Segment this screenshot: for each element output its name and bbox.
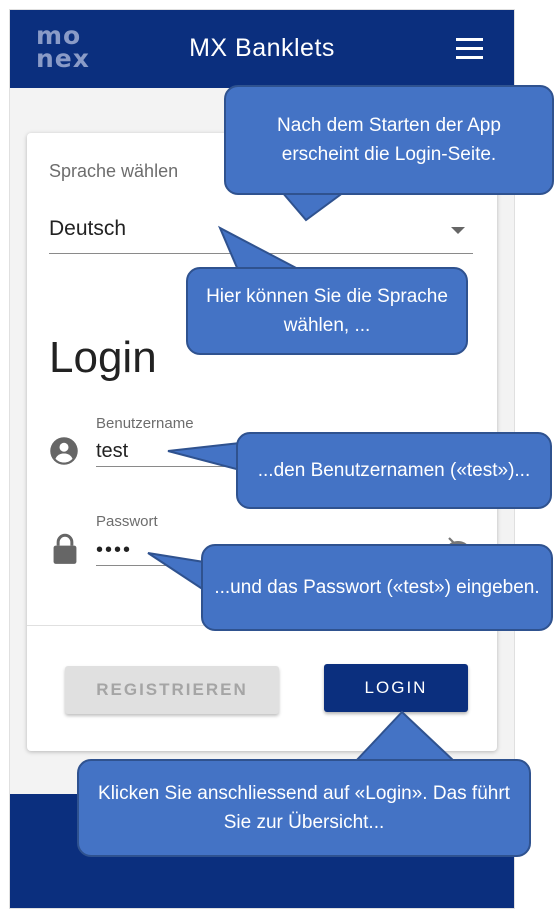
username-label: Benutzername: [96, 415, 194, 432]
callout-language: Hier können Sie die Sprache wählen, ...: [186, 267, 468, 355]
register-button[interactable]: REGISTRIEREN: [65, 666, 279, 714]
language-select[interactable]: Deutsch: [49, 203, 473, 254]
app-title: MX Banklets: [189, 34, 335, 62]
menu-icon[interactable]: [456, 38, 490, 62]
language-value: Deutsch: [49, 217, 127, 240]
callout-login-page: Nach dem Starten der App erscheint die L…: [224, 85, 554, 195]
app-bar: mo nex MX Banklets: [10, 10, 514, 88]
lock-icon: [53, 533, 77, 564]
callout-login-button: Klicken Sie anschliessend auf «Login». D…: [77, 759, 531, 857]
username-input[interactable]: test: [96, 436, 256, 467]
account-circle-icon: [50, 437, 78, 465]
callout-password: ...und das Passwort («test») eingeben.: [201, 544, 553, 631]
login-button[interactable]: LOGIN: [324, 664, 468, 712]
login-heading: Login: [49, 333, 157, 382]
dropdown-caret-icon: [451, 227, 465, 234]
callout-username: ...den Benutzernamen («test»)...: [236, 432, 552, 509]
language-label: Sprache wählen: [49, 161, 179, 181]
password-label: Passwort: [96, 513, 158, 530]
